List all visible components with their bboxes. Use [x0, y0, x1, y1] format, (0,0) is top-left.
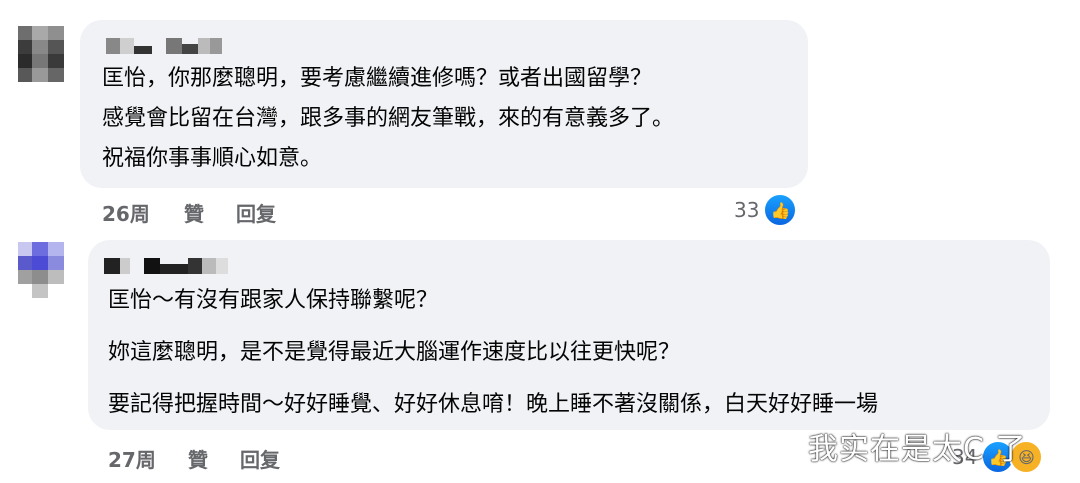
comment-line: 要記得把握時間～好好睡覺、好好休息唷！晚上睡不著沒關係，白天好好睡一場 — [108, 392, 879, 417]
like-icon: 👍 — [763, 193, 798, 227]
author-name-blurred[interactable] — [106, 38, 222, 54]
reaction-count: 33 — [734, 198, 760, 222]
comment-line: 祝福你事事順心如意。 — [102, 146, 323, 171]
like-button[interactable]: 贊 — [184, 198, 204, 227]
like-button[interactable]: 贊 — [188, 444, 208, 473]
comment-bubble: 匡怡，你那麼聰明，要考慮繼續進修嗎？或者出國留學？ 感覺會比留在台灣，跟多事的網… — [80, 20, 808, 188]
comment-timestamp[interactable]: 26周 — [102, 198, 150, 227]
reaction-summary[interactable]: 33 👍 — [734, 193, 798, 227]
comment-line: 匡怡，你那麼聰明，要考慮繼續進修嗎？或者出國留學？ — [102, 66, 653, 91]
comment-line: 妳這麼聰明，是不是覺得最近大腦運作速度比以往更快呢？ — [108, 340, 681, 365]
comment-timestamp[interactable]: 27周 — [108, 444, 156, 473]
comment-line: 感覺會比留在台灣，跟多事的網友筆戰，來的有意義多了。 — [102, 106, 675, 131]
avatar[interactable] — [18, 242, 64, 298]
reply-button[interactable]: 回复 — [240, 444, 280, 473]
comment-line: 匡怡～有沒有跟家人保持聯繫呢？ — [108, 288, 439, 313]
comment-bubble: 匡怡～有沒有跟家人保持聯繫呢？ 妳這麼聰明，是不是覺得最近大腦運作速度比以往更快… — [88, 240, 1050, 430]
avatar[interactable] — [18, 26, 64, 82]
watermark: 我实在是太C 了 — [808, 432, 1027, 467]
author-name-blurred[interactable] — [104, 258, 228, 274]
reply-button[interactable]: 回复 — [236, 198, 276, 227]
